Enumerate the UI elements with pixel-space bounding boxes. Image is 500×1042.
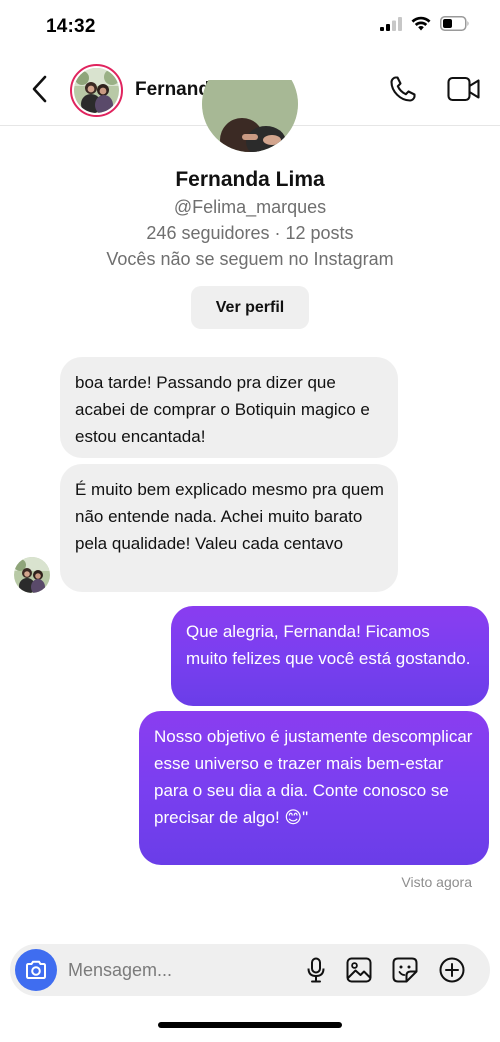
camera-icon bbox=[26, 960, 46, 979]
camera-button[interactable] bbox=[15, 949, 57, 991]
message-bubble-incoming[interactable]: boa tarde! Passando pra dizer que acabei… bbox=[60, 357, 398, 458]
chevron-left-icon bbox=[32, 75, 47, 103]
message-composer bbox=[10, 944, 490, 996]
avatar-photo bbox=[74, 68, 119, 113]
message-bubble-outgoing[interactable]: Nosso objetivo é justamente descomplicar… bbox=[139, 711, 489, 865]
sticker-button[interactable] bbox=[391, 956, 419, 984]
view-profile-button[interactable]: Ver perfil bbox=[191, 286, 309, 329]
wifi-icon bbox=[411, 16, 431, 31]
phone-call-icon[interactable] bbox=[388, 74, 418, 104]
back-button[interactable] bbox=[26, 72, 52, 106]
plus-button[interactable] bbox=[438, 956, 466, 984]
profile-avatar[interactable] bbox=[202, 80, 298, 152]
microphone-button[interactable] bbox=[302, 956, 330, 984]
microphone-icon bbox=[307, 957, 325, 983]
status-time: 14:32 bbox=[46, 16, 96, 37]
profile-name: Fernanda Lima bbox=[175, 168, 325, 191]
cellular-signal-icon bbox=[380, 16, 402, 31]
follow-status-note: Vocês não se seguem no Instagram bbox=[106, 249, 394, 269]
home-indicator[interactable] bbox=[158, 1022, 342, 1028]
battery-icon bbox=[440, 16, 469, 31]
sender-avatar[interactable] bbox=[14, 557, 50, 593]
video-call-icon[interactable] bbox=[447, 76, 481, 102]
contact-avatar[interactable] bbox=[70, 64, 123, 117]
status-bar: 14:32 bbox=[0, 0, 500, 54]
sticker-icon bbox=[392, 957, 418, 983]
message-bubble-outgoing[interactable]: Que alegria, Fernanda! Ficamos muito fel… bbox=[171, 606, 489, 706]
message-bubble-incoming[interactable]: É muito bem explicado mesmo pra quem não… bbox=[60, 464, 398, 592]
plus-circle-icon bbox=[439, 957, 465, 983]
profile-handle: @Felima_marques bbox=[173, 197, 327, 217]
profile-stats: 246 seguidores · 12 posts bbox=[146, 223, 354, 243]
gallery-icon bbox=[346, 957, 372, 983]
status-icons bbox=[380, 16, 470, 31]
profile-photo bbox=[202, 80, 298, 152]
seen-status: Visto agora bbox=[401, 874, 472, 890]
message-input[interactable] bbox=[68, 957, 288, 983]
gallery-button[interactable] bbox=[345, 956, 373, 984]
